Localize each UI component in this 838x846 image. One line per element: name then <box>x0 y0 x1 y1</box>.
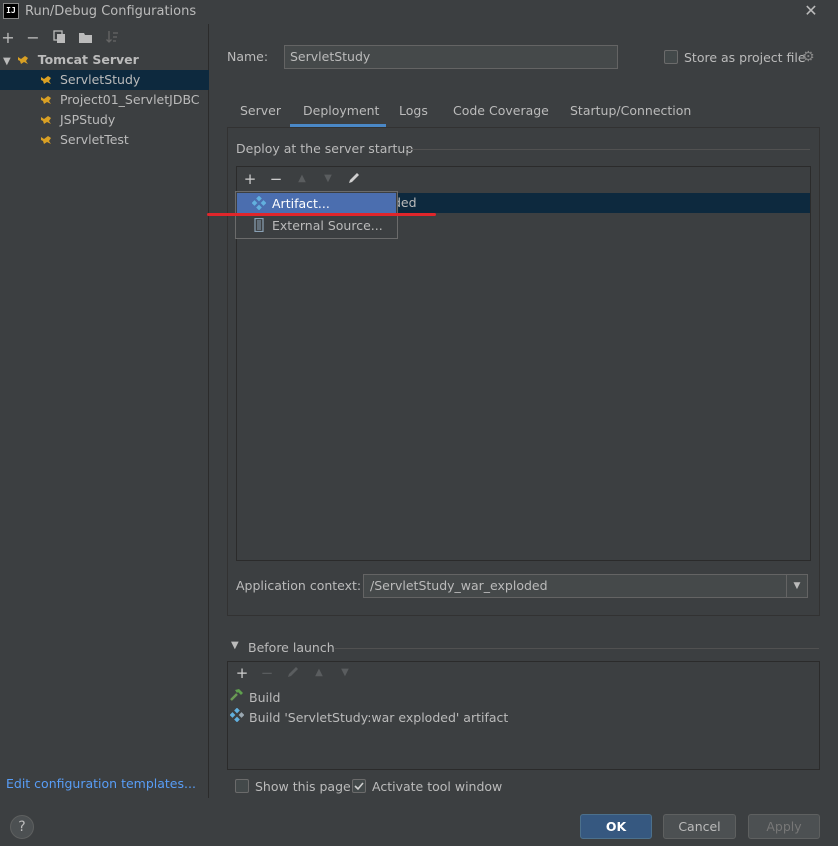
menu-item-label: Artifact... <box>272 196 330 211</box>
deployment-toolbar: + − ▲ ▼ <box>237 167 810 191</box>
tomcat-icon <box>41 96 51 104</box>
before-launch-item-label: Build 'ServletStudy:war exploded' artifa… <box>249 710 509 725</box>
add-task-icon[interactable]: + <box>234 665 250 681</box>
before-launch-item-build-artifact[interactable]: Build 'ServletStudy:war exploded' artifa… <box>229 707 509 728</box>
store-as-project-file-label[interactable]: Store as project file <box>684 50 806 65</box>
tab-code-coverage[interactable]: Code Coverage <box>453 103 549 123</box>
move-down-icon[interactable]: ▼ <box>320 171 336 187</box>
name-input[interactable]: ServletStudy <box>284 45 618 69</box>
artifact-icon <box>229 707 245 728</box>
ok-button[interactable]: OK <box>580 814 652 839</box>
tree-item-label: Project01_ServletJDBC <box>59 92 200 107</box>
move-up-icon[interactable]: ▲ <box>294 171 310 187</box>
add-configuration-icon[interactable]: + <box>0 30 16 46</box>
chevron-down-icon[interactable]: ▼ <box>231 640 239 651</box>
tree-item-label: ServletTest <box>59 132 129 147</box>
sort-configurations-icon[interactable] <box>104 30 120 46</box>
chevron-down-icon[interactable]: ▼ <box>3 52 13 72</box>
menu-item-external-source[interactable]: External Source... <box>237 215 396 236</box>
edit-deployment-icon[interactable] <box>346 171 362 187</box>
tree-item-project01-servletjdbc[interactable]: Project01_ServletJDBC <box>0 90 209 110</box>
hammer-icon <box>229 688 245 708</box>
remove-deployment-icon[interactable]: − <box>268 171 284 187</box>
tab-deployment[interactable]: Deployment <box>303 103 379 123</box>
add-deployment-icon[interactable]: + <box>242 171 258 187</box>
application-context-value[interactable]: /ServletStudy_war_exploded <box>370 578 548 593</box>
tree-item-label: JSPStudy <box>59 112 116 127</box>
before-launch-heading[interactable]: Before launch <box>248 640 335 655</box>
tree-group-label: Tomcat Server <box>37 52 139 67</box>
red-underline-annotation <box>207 213 436 216</box>
section-divider <box>406 149 810 150</box>
before-launch-item-build[interactable]: Build <box>229 688 280 708</box>
store-as-project-file-checkbox[interactable] <box>664 50 678 64</box>
tomcat-icon <box>18 56 29 64</box>
activate-tool-window-checkbox[interactable] <box>352 779 366 793</box>
section-divider <box>335 648 819 649</box>
tree-item-label: ServletStudy <box>59 72 141 87</box>
tab-server[interactable]: Server <box>240 103 281 123</box>
tree-item-servlettest[interactable]: ServletTest <box>0 130 209 150</box>
edit-task-icon[interactable] <box>285 665 301 681</box>
remove-configuration-icon[interactable]: − <box>25 30 41 46</box>
menu-item-label: External Source... <box>272 218 383 233</box>
cancel-button[interactable]: Cancel <box>663 814 736 839</box>
apply-button[interactable]: Apply <box>748 814 820 839</box>
external-source-icon <box>254 218 264 232</box>
show-this-page-label[interactable]: Show this page <box>255 779 351 794</box>
tomcat-icon <box>41 76 51 84</box>
move-down-icon[interactable]: ▼ <box>337 665 353 681</box>
gear-icon[interactable]: ⚙ <box>802 49 815 65</box>
application-context-label: Application context: <box>236 578 362 593</box>
menu-item-artifact[interactable]: Artifact... <box>237 193 396 214</box>
move-into-group-icon[interactable] <box>78 30 94 46</box>
tree-group-tomcat-server[interactable]: ▼ Tomcat Server <box>0 50 209 70</box>
tab-logs[interactable]: Logs <box>399 103 428 123</box>
tomcat-icon <box>41 136 51 144</box>
deploy-section-heading: Deploy at the server startup <box>236 141 414 156</box>
window-title: Run/Debug Configurations <box>25 4 197 19</box>
edit-configuration-templates-link[interactable]: Edit configuration templates... <box>6 776 196 791</box>
remove-task-icon[interactable]: − <box>259 665 275 681</box>
close-icon[interactable]: ✕ <box>802 2 820 20</box>
tree-item-servletstudy[interactable]: ServletStudy <box>0 70 209 90</box>
move-up-icon[interactable]: ▲ <box>311 665 327 681</box>
activate-tool-window-label[interactable]: Activate tool window <box>372 779 502 794</box>
before-launch-item-label: Build <box>249 690 281 705</box>
help-icon[interactable]: ? <box>10 815 34 839</box>
copy-configuration-icon[interactable] <box>52 30 68 46</box>
tab-startup-connection[interactable]: Startup/Connection <box>570 103 691 123</box>
tomcat-icon <box>41 116 51 124</box>
chevron-down-icon[interactable]: ▼ <box>786 575 807 597</box>
artifact-icon <box>252 196 266 210</box>
intellij-logo-icon: IJ <box>3 3 19 19</box>
configurations-sidebar: + − ▼ Tomcat Server ServletStudy Project… <box>0 24 209 798</box>
name-label: Name: <box>227 49 269 64</box>
tree-item-jspstudy[interactable]: JSPStudy <box>0 110 209 130</box>
show-this-page-checkbox[interactable] <box>235 779 249 793</box>
